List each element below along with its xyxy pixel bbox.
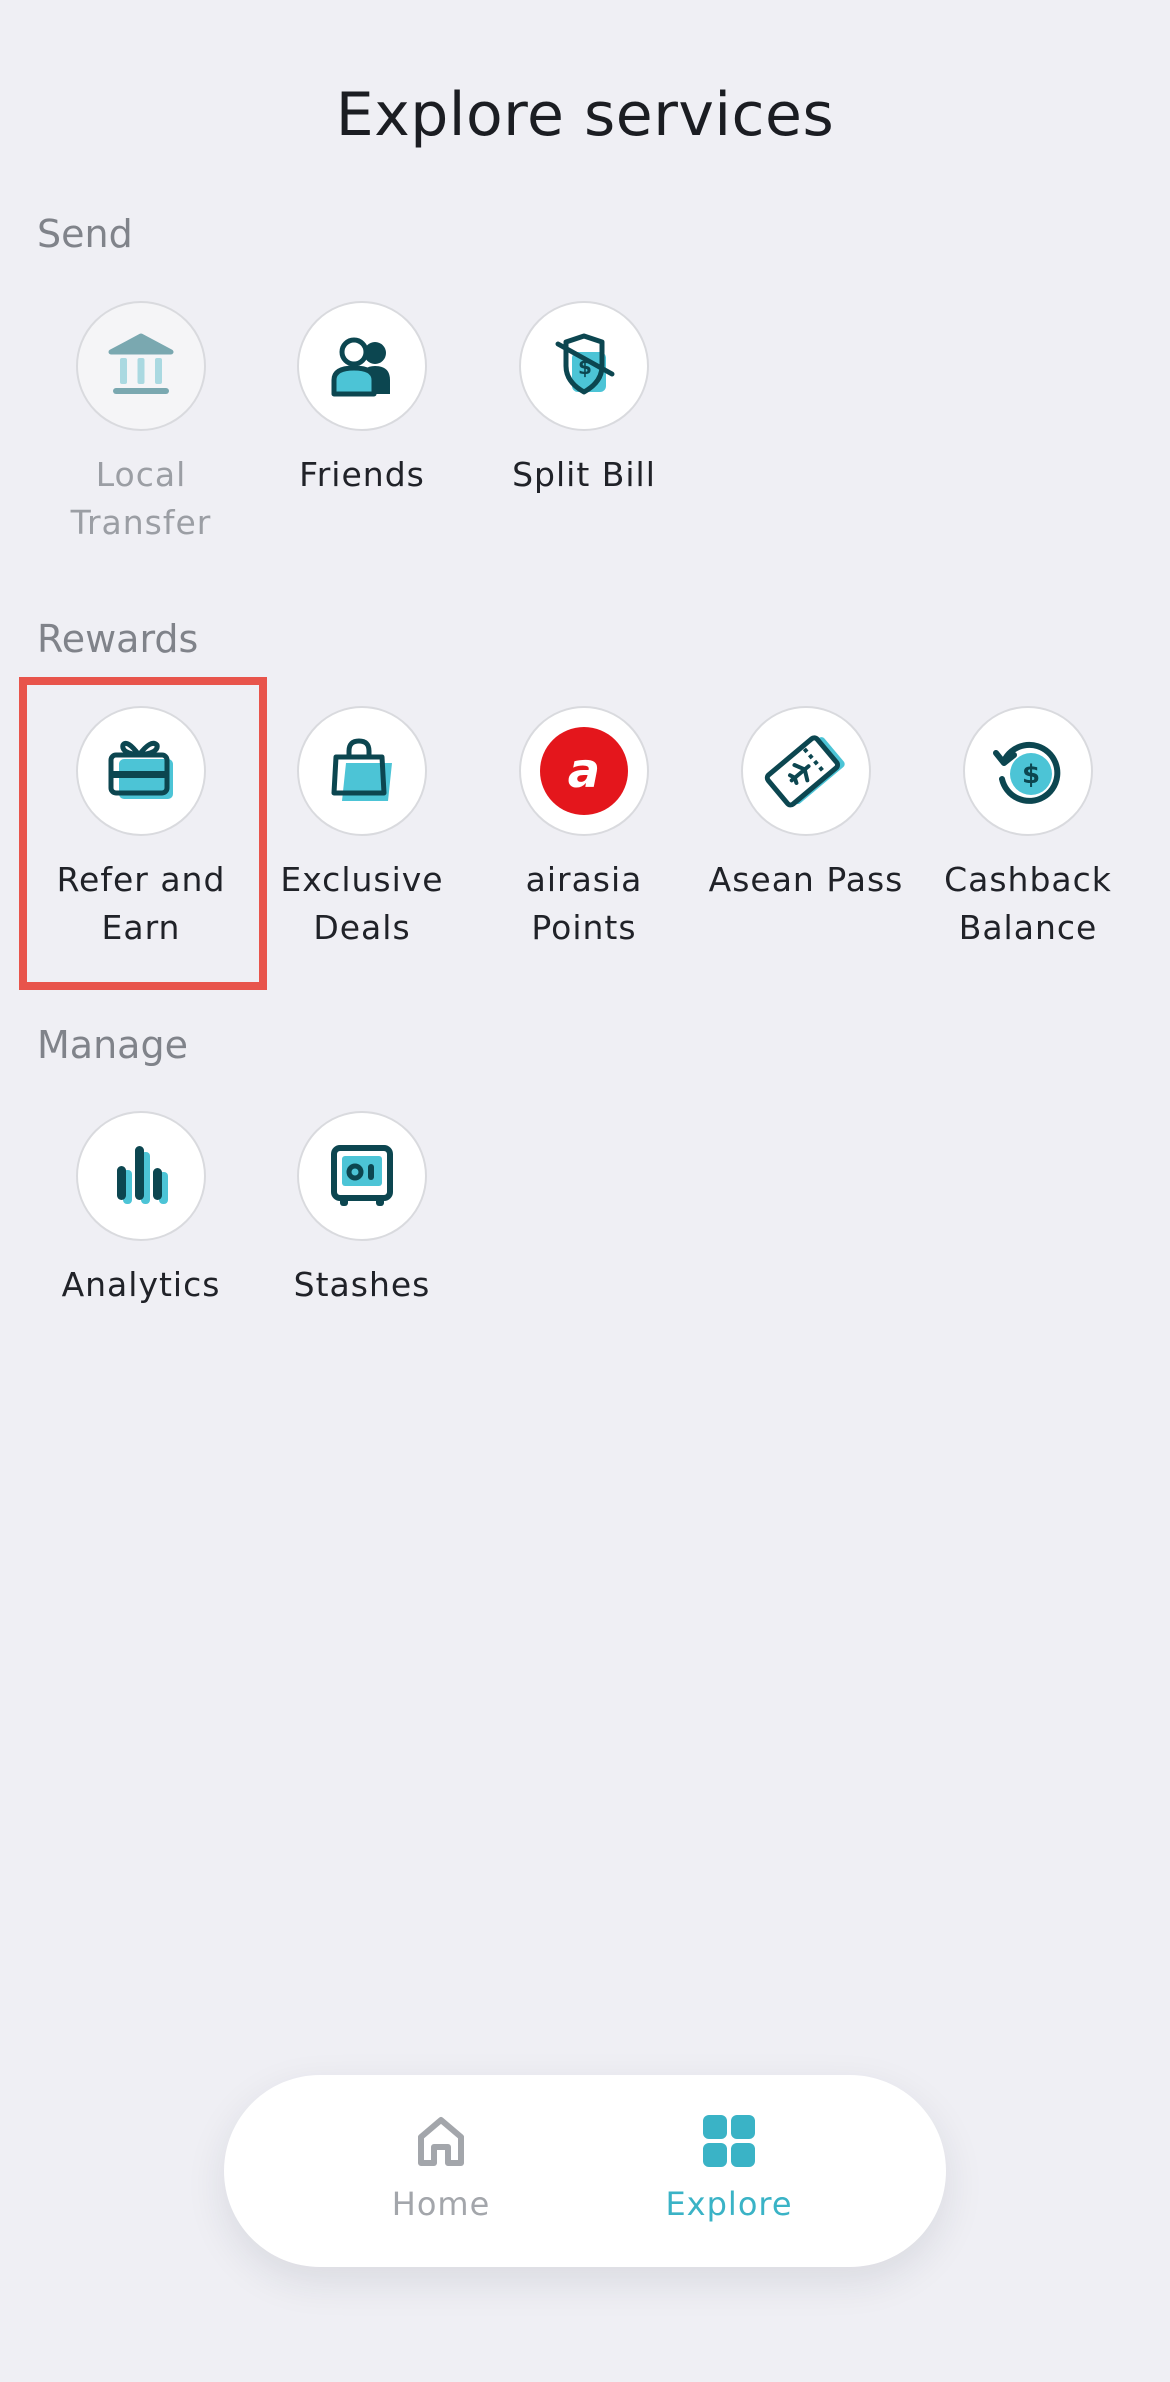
split-bill-label: Split Bill bbox=[512, 455, 656, 494]
home-icon bbox=[418, 2117, 464, 2166]
safe-icon bbox=[331, 1145, 393, 1206]
stashes-icon-circle bbox=[297, 1111, 427, 1241]
exclusive-deals-icon-circle bbox=[297, 706, 427, 836]
exclusive-deals-button[interactable]: Exclusive Deals bbox=[262, 706, 462, 952]
airasia-logo-icon: a bbox=[540, 727, 628, 815]
svg-text:$: $ bbox=[578, 355, 592, 379]
section-title-send: Send bbox=[37, 212, 133, 256]
stashes-label: Stashes bbox=[293, 1265, 431, 1304]
airasia-points-icon-circle: a bbox=[519, 706, 649, 836]
cashback-balance-label-line2: Balance bbox=[958, 908, 1098, 947]
cashback-balance-icon-circle: $ bbox=[963, 706, 1093, 836]
analytics-label: Analytics bbox=[61, 1265, 221, 1304]
cashback-icon: $ bbox=[993, 741, 1061, 804]
local-transfer-label-line1: Local bbox=[95, 455, 187, 494]
local-transfer-button[interactable]: Local Transfer bbox=[41, 301, 241, 547]
friends-icon-circle bbox=[297, 301, 427, 431]
exclusive-deals-label-line1: Exclusive bbox=[280, 860, 444, 899]
refer-and-earn-label-line2: Earn bbox=[101, 908, 181, 947]
shopping-bag-icon bbox=[331, 738, 392, 801]
section-title-rewards: Rewards bbox=[37, 617, 199, 661]
nav-explore-label: Explore bbox=[665, 2185, 793, 2223]
airasia-points-label-line1: airasia bbox=[525, 860, 643, 899]
asean-pass-label: Asean Pass bbox=[708, 860, 904, 899]
cashback-balance-label-line1: Cashback bbox=[944, 860, 1112, 899]
section-title-manage: Manage bbox=[37, 1023, 188, 1067]
local-transfer-label-line2: Transfer bbox=[70, 503, 212, 542]
analytics-icon-circle bbox=[76, 1111, 206, 1241]
refer-and-earn-label-line1: Refer and bbox=[56, 860, 226, 899]
nav-explore-tab[interactable]: Explore bbox=[639, 2111, 819, 2223]
stashes-button[interactable]: Stashes bbox=[262, 1111, 462, 1309]
nav-home-label: Home bbox=[391, 2185, 491, 2223]
airasia-points-button[interactable]: a airasia Points bbox=[484, 706, 684, 952]
svg-text:$: $ bbox=[1022, 760, 1040, 790]
nav-home-tab[interactable]: Home bbox=[351, 2111, 531, 2223]
friends-icon bbox=[331, 337, 390, 397]
airasia-points-label-line2: Points bbox=[531, 908, 637, 947]
bank-icon bbox=[108, 333, 174, 394]
exclusive-deals-label-line2: Deals bbox=[313, 908, 411, 947]
explore-services-screen: Explore services Send Local Transfer Fri… bbox=[0, 0, 1170, 2382]
gift-card-icon bbox=[108, 740, 173, 799]
refer-and-earn-button[interactable]: Refer and Earn bbox=[41, 706, 241, 952]
split-bill-icon: $ bbox=[555, 333, 615, 395]
refer-and-earn-icon-circle bbox=[76, 706, 206, 836]
svg-text:a: a bbox=[568, 743, 600, 799]
asean-pass-icon-circle bbox=[741, 706, 871, 836]
split-bill-icon-circle: $ bbox=[519, 301, 649, 431]
grid-icon bbox=[703, 2115, 755, 2167]
bottom-navigation-bar: Home Explore bbox=[224, 2075, 946, 2267]
friends-button[interactable]: Friends bbox=[262, 301, 462, 499]
split-bill-button[interactable]: $ Split Bill bbox=[484, 301, 684, 499]
local-transfer-icon-circle bbox=[76, 301, 206, 431]
analytics-button[interactable]: Analytics bbox=[41, 1111, 241, 1309]
friends-label: Friends bbox=[299, 455, 425, 494]
asean-pass-button[interactable]: Asean Pass bbox=[706, 706, 906, 904]
ticket-plane-icon bbox=[764, 735, 845, 808]
cashback-balance-button[interactable]: $ Cashback Balance bbox=[928, 706, 1128, 952]
bar-chart-icon bbox=[117, 1146, 168, 1204]
page-title: Explore services bbox=[335, 80, 835, 150]
